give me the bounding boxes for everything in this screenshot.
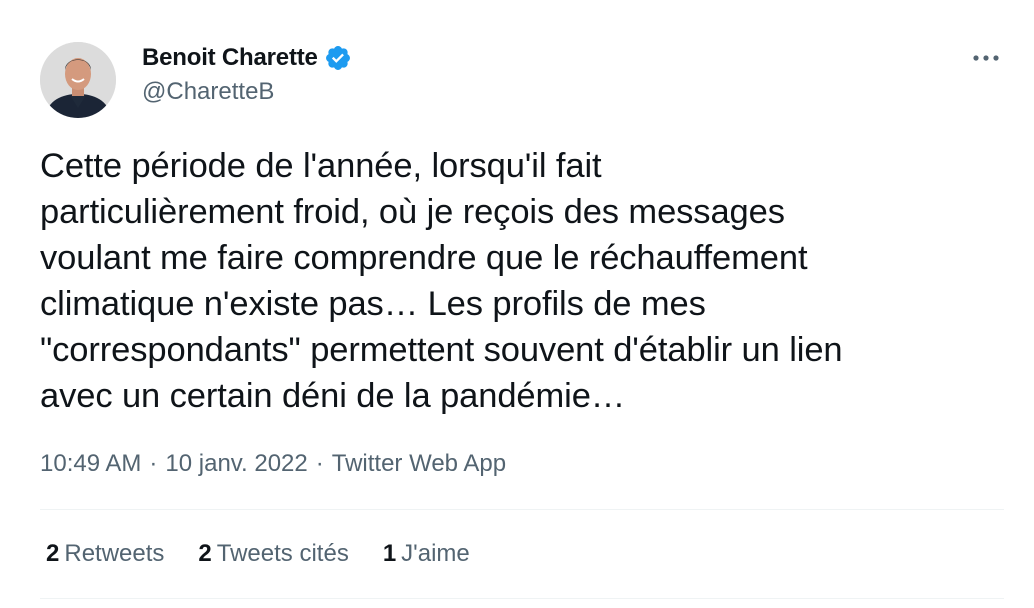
likes-label: J'aime: [401, 540, 470, 567]
avatar[interactable]: [40, 42, 116, 118]
author-name-row: Benoit Charette: [142, 44, 352, 72]
retweets-stat[interactable]: 2 Retweets: [46, 540, 164, 568]
tweet-stats: 2 Retweets 2 Tweets cités 1 J'aime: [46, 540, 504, 568]
author-handle[interactable]: @CharetteB: [142, 78, 274, 106]
meta-separator: ·: [149, 450, 158, 477]
quote-tweets-label: Tweets cités: [216, 540, 349, 567]
divider: [40, 509, 1004, 510]
tweet-source-link[interactable]: Twitter Web App: [332, 450, 506, 478]
more-horizontal-icon[interactable]: [966, 44, 1006, 72]
author-display-name[interactable]: Benoit Charette: [142, 44, 318, 72]
tweet-text: Cette période de l'année, lorsqu'il fait…: [40, 147, 843, 415]
meta-separator: ·: [315, 450, 324, 477]
tweet-meta: 10:49 AM · 10 janv. 2022 · Twitter Web A…: [40, 450, 506, 478]
divider: [40, 598, 1004, 599]
avatar-portrait: [40, 42, 116, 118]
quote-tweets-count: 2: [198, 540, 212, 567]
tweet-date-link[interactable]: 10 janv. 2022: [165, 450, 307, 478]
tweet-card: Benoit Charette @CharetteB Cette période…: [0, 0, 1034, 608]
likes-stat[interactable]: 1 J'aime: [383, 540, 470, 568]
retweets-label: Retweets: [64, 540, 165, 567]
tweet-time-link[interactable]: 10:49 AM: [40, 450, 141, 478]
quote-tweets-stat[interactable]: 2 Tweets cités: [198, 540, 348, 568]
retweets-count: 2: [46, 540, 60, 567]
likes-count: 1: [382, 540, 397, 567]
verified-badge-icon: [324, 44, 352, 72]
